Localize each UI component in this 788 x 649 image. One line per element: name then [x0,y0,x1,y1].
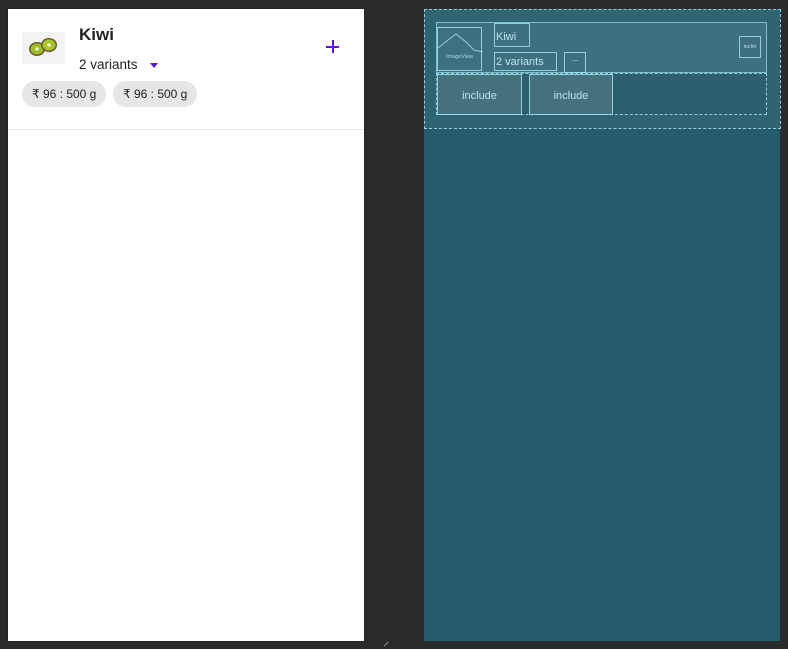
variants-dropdown[interactable]: 2 variants [79,55,158,73]
blueprint-variants-label: 2 variants [496,56,544,68]
resize-handle-icon[interactable] [383,641,394,649]
variant-chip[interactable]: ₹ 96 : 500 g [22,81,107,107]
blueprint-title-label: Kiwi [496,31,517,43]
blueprint-add-button[interactable]: incl/n [739,36,761,58]
blueprint-add-label: incl/n [743,44,757,50]
blueprint-include-1[interactable]: include [437,74,522,115]
variant-chip[interactable]: ₹ 96 : 500 g [113,81,198,107]
blueprint-include-label: include [553,90,589,102]
variants-label: 2 variants [79,56,138,72]
layout-editor-canvas: Kiwi 2 variants ₹ 96 : 500 g ₹ 96 : 500 … [0,0,788,649]
design-preview: Kiwi 2 variants ₹ 96 : 500 g ₹ 96 : 500 … [8,9,364,641]
blueprint-imageview[interactable]: ImageView [437,27,483,71]
product-title: Kiwi [79,25,114,44]
blueprint-include-label: include [462,90,497,102]
blueprint-dropdown-label: — [572,58,578,64]
blueprint-header-row[interactable] [436,22,767,73]
blueprint-variants-text[interactable]: 2 variants [494,52,557,71]
product-item-card[interactable]: Kiwi 2 variants ₹ 96 : 500 g ₹ 96 : 500 … [8,9,364,130]
blueprint-preview: ImageView Kiwi 2 variants — incl/n inclu… [424,9,781,641]
add-plus-icon[interactable] [321,35,345,59]
kiwi-fruit-image [22,32,65,64]
blueprint-dropdown-icon[interactable]: — [564,52,586,73]
dropdown-arrow-icon[interactable] [149,62,158,68]
blueprint-include-2[interactable]: include [529,74,613,115]
blueprint-title-text[interactable]: Kiwi [494,23,530,47]
blueprint-imageview-label: ImageView [445,54,474,60]
